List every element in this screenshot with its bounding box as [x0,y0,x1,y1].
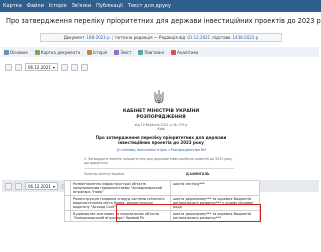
tab-label: Зміст [120,49,132,55]
home-button[interactable] [5,182,12,190]
doc-heading-2: інвестиційних проектів до 2023 року [118,140,204,145]
basis-label: підстава [212,35,231,40]
home-button[interactable] [5,63,12,71]
nav-files[interactable]: Файли [27,3,44,9]
nav-history[interactable]: Історія [49,3,67,9]
table-cell-project: Реконструкція головних споруд системи сп… [70,195,171,212]
nav-card[interactable]: Картка [3,3,22,9]
status-date-link[interactable]: 01.12.2021 [187,35,210,40]
print-button[interactable] [70,63,78,71]
tab-card[interactable]: Картка документа [34,49,81,55]
nav-publications[interactable]: Публікації [96,3,123,9]
tab-analytics[interactable]: Аналітика [171,49,199,55]
table-cell-source: шахти держпрому*** та окремих бюджетів р… [170,210,260,223]
chevron-down-icon: ▾ [52,64,55,70]
back-button[interactable] [15,182,22,190]
chevron-down-icon: ▾ [52,183,55,189]
edition-date-value: 06.12.2021 [28,183,51,189]
status-label: поточна редакція — Редакція від [115,35,186,40]
nav-print-text[interactable]: Текст для друку [128,3,171,9]
analytics-icon [171,49,177,55]
doc-number-link[interactable]: 188-2021-р [86,35,109,40]
doc-label: Документ [63,35,85,40]
related-icon [138,49,144,55]
nav-links[interactable]: Зв'язки [72,3,91,9]
tab-label: Історія [93,49,108,55]
basis-link[interactable]: 1438-2021-р [233,35,259,40]
tab-label: Пов'язані [144,49,165,55]
table-row: Розвантаження інфраструктури об'єктів ко… [64,179,260,197]
table-row: Реконструкція головних споруд системи сп… [64,195,260,212]
page-title: Про затвердження переліку пріоритетних д… [6,17,321,25]
document-viewer: КАБІНЕТ МІНІСТРІВ УКРАЇНИ РОЗПОРЯДЖЕННЯ … [66,75,256,252]
next-button[interactable] [60,63,68,71]
signature-right: Д.ШМИГАЛЬ [186,172,210,176]
save-button[interactable] [80,63,88,71]
doc-city: Київ [157,127,165,131]
table-cell-project: Будівництво житлових та комунальних об'є… [70,210,171,223]
edition-date-select[interactable]: 06.12.2021 ▾ [25,182,58,190]
table-cell-project: Розвантаження інфраструктури об'єктів ко… [70,179,171,197]
tab-related[interactable]: Пов'язані [138,49,165,55]
tab-main[interactable]: Основне [4,49,28,55]
tab-label: Картка документа [40,49,81,55]
doc-info-bar: Документ 188-2021-р | поточна редакція —… [40,33,282,42]
doc-org: КАБІНЕТ МІНІСТРІВ УКРАЇНИ [122,109,200,114]
table-row: Будівництво житлових та комунальних об'є… [64,210,260,223]
projects-table: Розвантаження інфраструктури об'єктів ко… [64,179,260,223]
table-cell-source: шахти держпрому*** та окремих бюджетів р… [170,195,260,212]
doc-tabs: Основне Картка документа Історія Зміст П… [2,47,319,57]
tab-label: Основне [10,49,28,55]
edition-date-value: 06.12.2021 [28,64,51,70]
tab-contents[interactable]: Зміст [114,49,132,55]
tab-history[interactable]: Історія [87,49,108,55]
divider [84,168,234,169]
card-icon [34,49,40,55]
tab-label: Аналітика [177,49,199,55]
doc-kind: РОЗПОРЯДЖЕННЯ [136,115,186,120]
contents-icon [114,49,120,55]
separator: | [111,35,114,40]
top-nav: Картка Файли Історія Зв'язки Публікації … [0,0,321,12]
back-button[interactable] [15,63,22,71]
signature-left: Прем'єр-міністр України [84,172,125,176]
doc-body: 1. Затвердити перелік пріоритетних для д… [84,157,234,165]
coat-of-arms-icon [154,90,164,104]
edition-date-select[interactable]: 06.12.2021 ▾ [25,63,58,71]
main-icon [4,49,9,55]
table-cell-source: шахти сектору*** [170,179,260,197]
history-icon [87,49,93,55]
doc-amend-note[interactable]: {Із змінами, внесеними згідно з Розпоряд… [66,148,256,152]
doc-toolbar: 06.12.2021 ▾ [2,61,319,73]
